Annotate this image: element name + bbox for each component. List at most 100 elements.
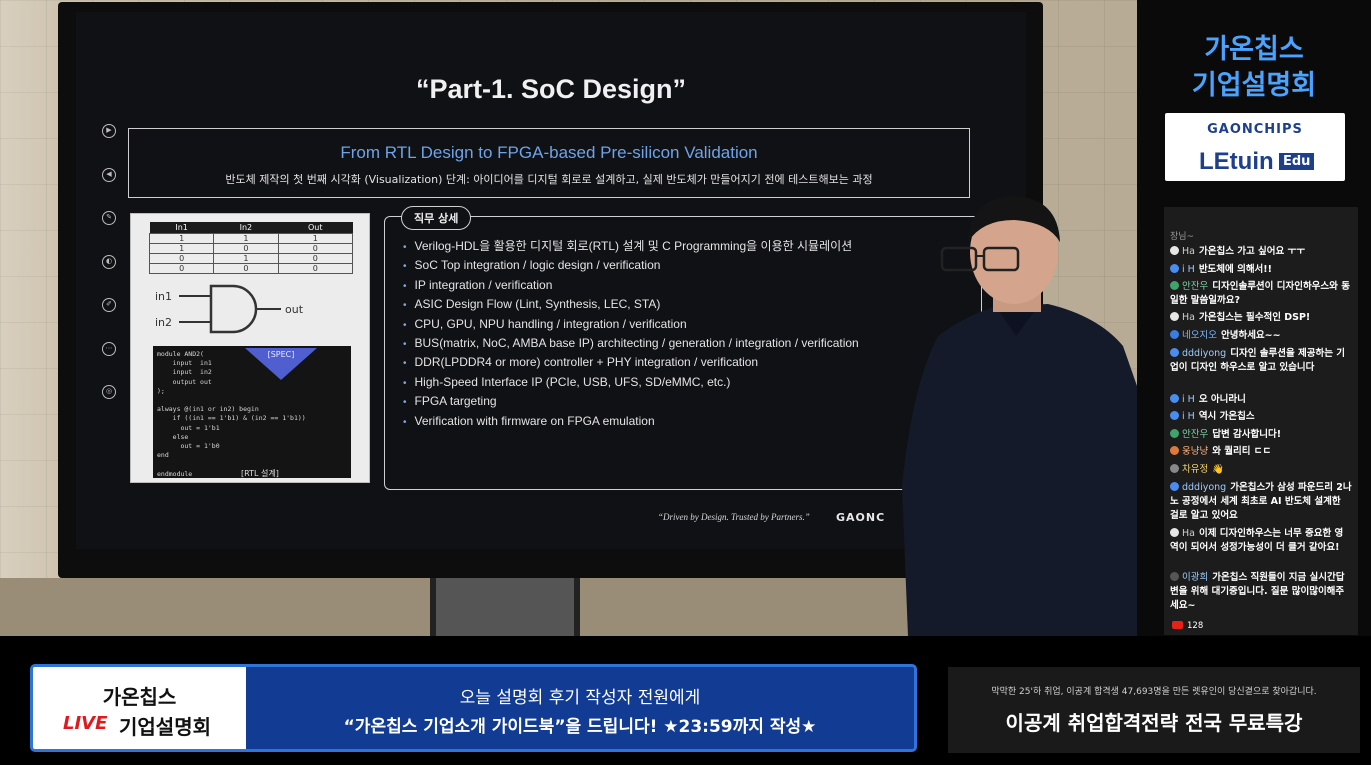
duties-tab-label: 직무 상세 <box>401 206 472 230</box>
chat-text: 이제 디자인하우스는 너무 중요한 영역이 되어서 성정가능성이 더 클거 같아… <box>1170 528 1344 553</box>
duties-list: Verilog-HDL을 활용한 디지털 회로(RTL) 설계 및 C Prog… <box>403 237 859 431</box>
pen-icon[interactable]: ✎ <box>102 211 116 225</box>
chat-message: dddiyong 가온칩스가 삼성 파운드리 2나노 공정에서 세계 최초로 AI… <box>1170 481 1352 523</box>
avatar-icon <box>1170 411 1179 420</box>
live-chat[interactable]: 장님~ Ha 가온칩스 가고 싶어요 ㅜㅜ i H 반도체에 의해서!! 안잔우 디자인솔… <box>1164 207 1358 635</box>
avatar-icon <box>1170 572 1179 581</box>
avatar-icon <box>1170 330 1179 339</box>
gate-out-label: out <box>285 303 304 316</box>
chat-text: 오 아니라니 <box>1198 394 1246 405</box>
presenter <box>902 196 1137 636</box>
promo-banner: 가온칩스 LIVE 기업설명회 오늘 설명회 후기 작성자 전원에게 “가온칩스… <box>30 664 917 752</box>
camera-feed: “Part-1. SoC Design” ▶ ◀ ✎ ◐ ✐ ⋯ ◎ From … <box>0 0 1137 636</box>
avatar-icon <box>1170 429 1179 438</box>
avatar-icon <box>1170 394 1179 403</box>
palette-icon[interactable]: ◐ <box>102 255 116 269</box>
promo-brand: 가온칩스 <box>102 685 177 709</box>
chat-message: Ha 이제 디자인하우스는 너무 중요한 영역이 되어서 성정가능성이 더 클거 … <box>1170 527 1352 555</box>
truth-cell: 1 <box>213 233 279 244</box>
chat-message: i H 반도체에 의해서!! <box>1170 263 1352 277</box>
rtl-illustration: In1 In2 Out 1 1 1 1 0 0 0 1 0 0 0 0 in1 … <box>130 213 370 483</box>
truth-cell: 0 <box>277 253 354 264</box>
avatar-icon <box>1170 246 1179 255</box>
duty-item: SoC Top integration / logic design / ver… <box>403 256 859 275</box>
truth-header: Out <box>278 222 353 234</box>
ad-banner[interactable]: 막막한 25'하 취업, 이공계 합격생 47,693명을 만든 렛유인이 당신… <box>948 667 1360 753</box>
truth-row: 0 1 0 <box>148 253 354 264</box>
chat-nickname[interactable]: 안잔우 <box>1182 429 1208 440</box>
chat-nickname[interactable]: 웅냥냥 <box>1182 446 1208 457</box>
gaonchips-logo: GAONCHIPS <box>1207 122 1303 137</box>
chat-nickname[interactable]: i H <box>1182 264 1195 275</box>
chat-text: 가온칩스 가고 싶어요 ㅜㅜ <box>1198 246 1306 257</box>
globe-icon[interactable]: ◎ <box>102 385 116 399</box>
sidebar: 가온칩스 기업설명회 GAONCHIPS LEtuin Edu 장님~ Ha 가온… <box>1137 0 1371 636</box>
truth-header: In2 <box>213 222 279 234</box>
avatar-icon <box>1170 464 1179 473</box>
chat-message: 안잔우 디자인솔루션이 디자인하우스와 동일한 말씀일까요? <box>1170 280 1352 308</box>
chat-nickname[interactable]: 네오지오 <box>1182 330 1217 341</box>
avatar-icon <box>1170 312 1179 321</box>
truth-cell: 0 <box>213 243 279 254</box>
truth-row: 1 0 0 <box>148 243 354 254</box>
tv-stand <box>430 578 580 636</box>
presentation-slide: “Part-1. SoC Design” ▶ ◀ ✎ ◐ ✐ ⋯ ◎ From … <box>76 12 1026 549</box>
avatar-icon <box>1170 446 1179 455</box>
promo-brand-box: 가온칩스 LIVE 기업설명회 <box>33 667 246 749</box>
chat-message: dddiyong 디자인 솔루션을 제공하는 기업이 디자인 하우스로 알고 있습… <box>1170 347 1352 375</box>
ad-headline: 이공계 취업합격전략 전국 무료특강 <box>1005 711 1303 735</box>
chat-nickname[interactable]: 이광희 <box>1182 572 1208 583</box>
duty-item: Verification with firmware on FPGA emula… <box>403 412 859 431</box>
rtl-banner: From RTL Design to FPGA-based Pre-silico… <box>128 128 970 198</box>
chat-header-fragment: 장님~ <box>1170 232 1195 242</box>
avatar-icon <box>1170 528 1179 537</box>
duty-item: ASIC Design Flow (Lint, Synthesis, LEC, … <box>403 295 859 314</box>
rtl-banner-title: From RTL Design to FPGA-based Pre-silico… <box>340 143 758 162</box>
chat-message: Ha 가온칩스는 필수적인 DSP! <box>1170 311 1352 325</box>
promo-event: 기업설명회 <box>119 715 211 739</box>
truth-cell: 0 <box>277 263 354 274</box>
chat-message: 안잔우 답변 감사합니다! <box>1170 428 1352 442</box>
truth-cell: 0 <box>277 243 354 254</box>
avatar-icon <box>1170 264 1179 273</box>
chat-nickname[interactable]: Ha <box>1182 312 1195 323</box>
chat-nickname[interactable]: 차유정 <box>1182 464 1208 475</box>
job-duties-panel: 직무 상세 Verilog-HDL을 활용한 디지털 회로(RTL) 설계 및 … <box>384 206 982 490</box>
more-icon[interactable]: ⋯ <box>102 342 116 356</box>
duty-item: CPU, GPU, NPU handling / integration / v… <box>403 315 859 334</box>
chat-message: 차유정 👋 <box>1170 463 1352 477</box>
chat-text: 안녕하세요~~ <box>1220 330 1281 341</box>
truth-header: In1 <box>149 222 214 234</box>
chat-text: 반도체에 의해서!! <box>1198 264 1272 275</box>
spec-label: [SPEC] <box>267 350 295 359</box>
avatar-icon <box>1170 281 1179 290</box>
chat-message: 웅냥냥 와 퀄리티 ㄷㄷ <box>1170 445 1352 459</box>
rtl-caption: [RTL 설계] <box>241 469 279 478</box>
chat-nickname[interactable]: Ha <box>1182 528 1195 539</box>
chat-nickname[interactable]: dddiyong <box>1182 348 1226 359</box>
stream-view: “Part-1. SoC Design” ▶ ◀ ✎ ◐ ✐ ⋯ ◎ From … <box>0 0 1371 765</box>
truth-cell: 1 <box>213 253 279 264</box>
slide-footer-logo: GAONC <box>836 511 886 524</box>
duty-item: High-Speed Interface IP (PCIe, USB, UFS,… <box>403 373 859 392</box>
chat-nickname[interactable]: dddiyong <box>1182 482 1226 493</box>
chat-text: 답변 감사합니다! <box>1212 429 1282 440</box>
truth-cell: 1 <box>148 233 215 244</box>
event-title-line2: 기업설명회 <box>1191 70 1317 101</box>
truth-cell: 1 <box>148 243 215 254</box>
edit-icon[interactable]: ✐ <box>102 298 116 312</box>
promo-line-2: “가온칩스 기업소개 가이드북”을 드립니다! ★23:59까지 작성★ <box>343 717 817 737</box>
chat-nickname[interactable]: Ha <box>1182 246 1195 257</box>
chat-nickname[interactable]: i H <box>1182 411 1195 422</box>
play-circle-icon[interactable]: ▶ <box>102 124 116 138</box>
letuin-logo: LEtuin <box>1199 148 1274 175</box>
edu-badge: Edu <box>1279 153 1315 170</box>
live-badge: LIVE <box>63 713 108 734</box>
chat-nickname[interactable]: i H <box>1182 394 1195 405</box>
truth-row: 0 0 0 <box>148 263 354 274</box>
truth-cell: 0 <box>148 263 215 274</box>
gate-in2-label: in2 <box>155 316 172 329</box>
chat-message: i H오 아니라니 <box>1170 393 1352 407</box>
chat-nickname[interactable]: 안잔우 <box>1182 281 1208 292</box>
back-circle-icon[interactable]: ◀ <box>102 168 116 182</box>
